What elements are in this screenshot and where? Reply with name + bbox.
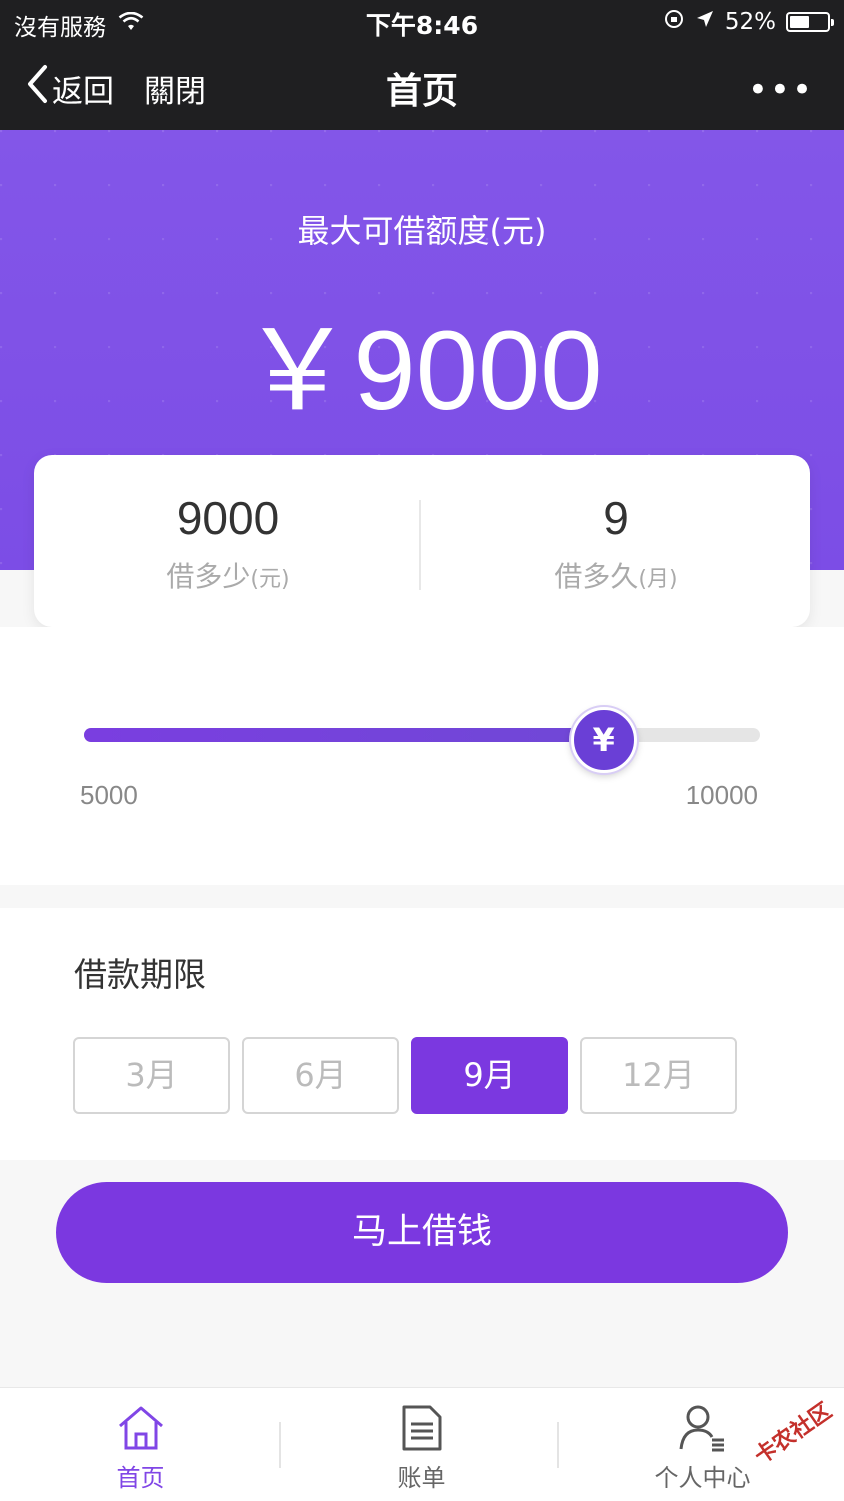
rotation-lock-icon — [663, 8, 685, 36]
amount-slider-track[interactable] — [84, 728, 760, 742]
tab-bills-label: 账单 — [397, 1464, 446, 1492]
amount-summary: 9000 借多少(元) — [34, 455, 422, 627]
borrow-now-button[interactable]: 马上借钱 — [56, 1182, 788, 1283]
more-button[interactable]: ••• — [748, 70, 814, 110]
term-options: 3月 6月 9月 12月 — [73, 1037, 737, 1114]
battery-text: 52% — [724, 9, 776, 35]
page-title: 首页 — [385, 71, 458, 112]
nav-bar: 返回 關閉 首页 ••• — [0, 42, 844, 130]
tab-home-label: 首页 — [116, 1464, 165, 1492]
tab-bills[interactable]: 账单 — [281, 1388, 562, 1501]
term-option-9[interactable]: 9月 — [411, 1037, 568, 1114]
tab-profile-label: 个人中心 — [654, 1464, 751, 1492]
battery-fill — [790, 16, 809, 28]
status-bar: 沒有服務 下午8:46 52% — [0, 0, 844, 42]
home-icon — [118, 1406, 163, 1450]
amount-slider-thumb[interactable]: ¥ — [570, 707, 637, 773]
loan-amount-value: 9000 — [176, 492, 280, 544]
amount-slider-fill — [84, 728, 604, 742]
bill-icon — [402, 1405, 441, 1451]
max-credit-amount: ￥9000 — [241, 308, 603, 433]
loan-summary-card: 9000 借多少(元) 9 借多久(月) — [34, 455, 810, 627]
bottom-tab-bar: 首页 账单 个人中心 — [0, 1387, 844, 1501]
term-option-12[interactable]: 12月 — [580, 1037, 737, 1114]
location-icon — [695, 9, 715, 35]
slider-max-label: 10000 — [685, 780, 758, 810]
card-divider — [419, 500, 421, 590]
loan-term-unit: (月) — [638, 567, 678, 592]
loan-term-section: 借款期限 3月 6月 9月 12月 — [0, 908, 844, 1160]
term-option-3[interactable]: 3月 — [73, 1037, 230, 1114]
term-summary: 9 借多久(月) — [422, 455, 810, 627]
loan-amount-unit: (元) — [250, 567, 290, 592]
amount-slider-section: ¥ 5000 10000 — [0, 627, 844, 885]
loan-term-label: 借多久(月) — [422, 555, 810, 595]
term-option-6[interactable]: 6月 — [242, 1037, 399, 1114]
slider-min-label: 5000 — [80, 780, 138, 810]
tab-home[interactable]: 首页 — [0, 1388, 281, 1501]
loan-amount-label: 借多少(元) — [34, 555, 422, 595]
loan-term-value: 9 — [603, 492, 629, 544]
loan-amount-label-text: 借多少 — [166, 560, 251, 593]
tab-separator — [557, 1422, 559, 1468]
loan-term-label-text: 借多久 — [554, 560, 639, 593]
battery-icon — [786, 12, 834, 32]
loan-term-title: 借款期限 — [74, 955, 206, 994]
max-credit-label: 最大可借额度(元) — [297, 212, 547, 250]
user-icon — [679, 1405, 724, 1452]
